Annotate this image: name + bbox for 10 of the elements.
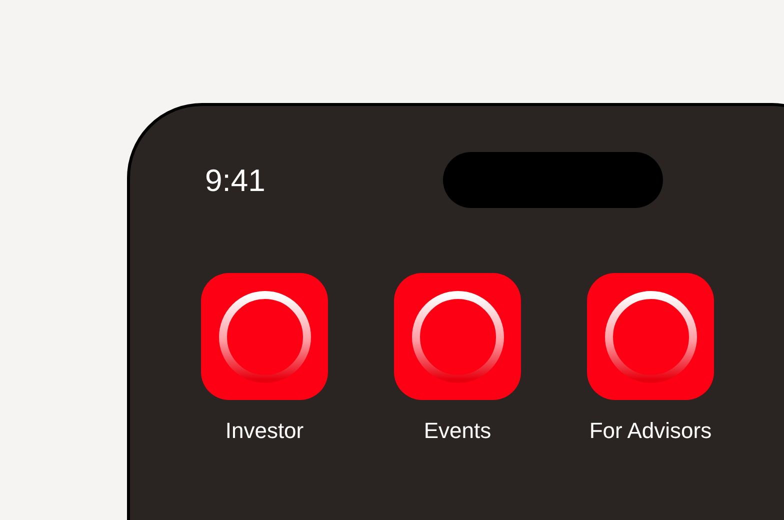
app-label: For Advisors (589, 418, 712, 444)
app-icon[interactable] (201, 273, 328, 400)
app-icon[interactable] (587, 273, 714, 400)
app-label: Events (424, 418, 492, 444)
ring-icon (410, 288, 506, 384)
app-label: Investor (225, 418, 304, 444)
app-icon[interactable] (394, 273, 521, 400)
status-time: 9:41 (205, 164, 266, 196)
ring-icon (216, 288, 312, 384)
ring-icon (602, 288, 698, 384)
